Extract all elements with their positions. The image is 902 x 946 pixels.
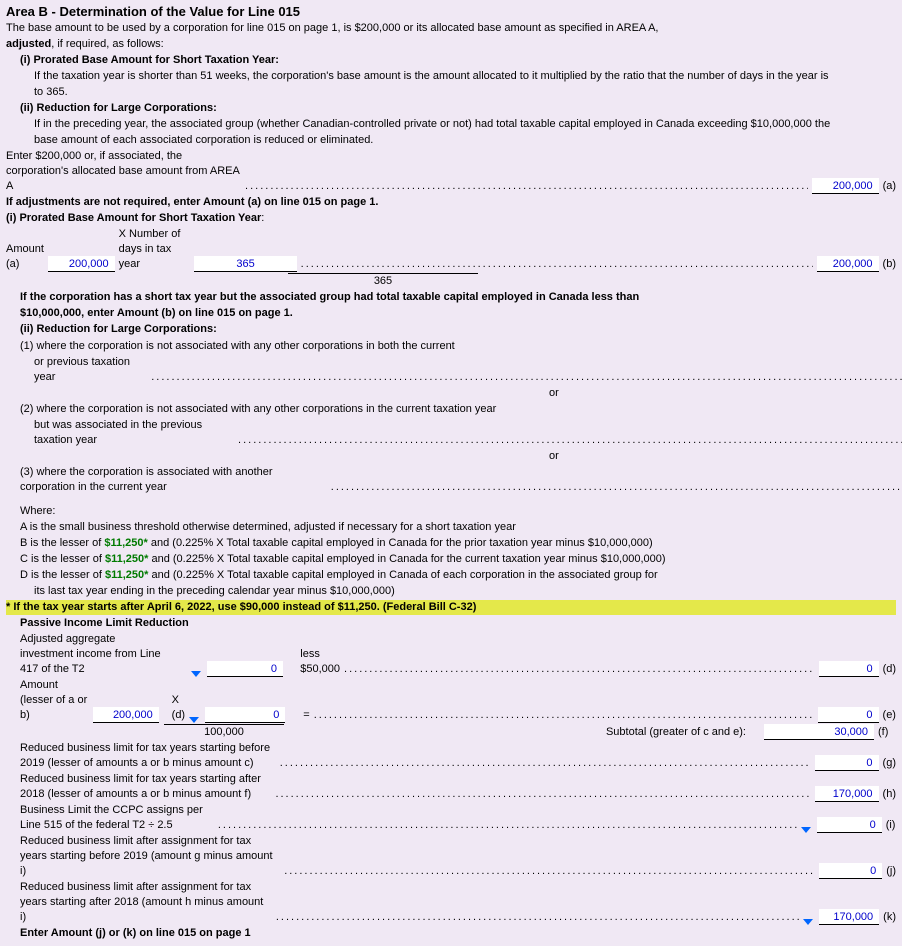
pir-ab-field[interactable]: 200,000 bbox=[93, 707, 158, 723]
marker-e: (e) bbox=[883, 708, 896, 723]
where-d2: its last tax year ending in the precedin… bbox=[6, 584, 896, 599]
amount-e-field[interactable]: 0 bbox=[818, 707, 878, 723]
pir-heading: Passive Income Limit Reduction bbox=[6, 616, 896, 631]
amount-f-field[interactable]: 30,000 bbox=[764, 724, 874, 740]
or-2: or bbox=[6, 449, 902, 464]
row-h: Reduced business limit for tax years sta… bbox=[6, 772, 896, 802]
marker-a: (a) bbox=[883, 179, 896, 194]
pir-row-1: Adjusted aggregate investment income fro… bbox=[6, 632, 896, 677]
r3: Business Limit the CCPC assigns per Line… bbox=[20, 803, 214, 833]
highlight-note: * If the tax year starts after April 6, … bbox=[6, 600, 896, 615]
dropdown-icon[interactable] bbox=[801, 827, 811, 833]
where-c: C is the lesser of $11,250* and (0.225% … bbox=[6, 552, 896, 567]
intro-line-2: adjusted, if required, as follows: bbox=[6, 37, 896, 52]
i-text-2: to 365. bbox=[6, 85, 896, 100]
equals: = bbox=[303, 708, 309, 723]
dots bbox=[238, 433, 902, 448]
i-heading: (i) Prorated Base Amount for Short Taxat… bbox=[6, 53, 896, 68]
amount-a-label: Amount (a) bbox=[6, 242, 44, 272]
case-3: (3) where the corporation is associated … bbox=[6, 465, 902, 495]
dots bbox=[245, 179, 808, 194]
r5: Reduced business limit after assignment … bbox=[20, 880, 272, 925]
marker-f: (f) bbox=[878, 725, 896, 740]
days-input[interactable]: 365 bbox=[194, 256, 296, 272]
amount-a-input[interactable]: 200,000 bbox=[48, 256, 115, 272]
short-tax-note-2: $10,000,000, enter Amount (b) on line 01… bbox=[6, 306, 896, 321]
adjusted-word: adjusted bbox=[6, 38, 51, 50]
row-i: Business Limit the CCPC assigns per Line… bbox=[6, 803, 896, 833]
where-d1: D is the lesser of $11,250* and (0.225% … bbox=[6, 568, 896, 583]
amount-b-field[interactable]: 200,000 bbox=[817, 256, 879, 272]
dots bbox=[151, 370, 902, 385]
case-3-text: (3) where the corporation is associated … bbox=[20, 465, 327, 495]
less-50k: less $50,000 bbox=[300, 647, 340, 677]
pir-row-3: 100,000 Subtotal (greater of c and e): 3… bbox=[6, 724, 896, 740]
pir-l2: Amount (lesser of a or b) bbox=[20, 678, 89, 723]
case-2a: (2) where the corporation is not associa… bbox=[6, 402, 902, 417]
marker-h: (h) bbox=[883, 787, 896, 802]
short-tax-note-1: If the corporation has a short tax year … bbox=[6, 290, 896, 305]
dots bbox=[301, 257, 813, 272]
intro-line-1: The base amount to be used by a corporat… bbox=[6, 21, 896, 36]
intro-tail: , if required, as follows: bbox=[51, 38, 164, 50]
fraction-bar: 365 bbox=[288, 273, 478, 289]
ii-heading-2: (ii) Reduction for Large Corporations: bbox=[6, 322, 896, 337]
pir-417-field[interactable]: 0 bbox=[207, 661, 283, 677]
r2: Reduced business limit for tax years sta… bbox=[20, 772, 271, 802]
dots bbox=[344, 662, 815, 677]
subtotal-label: Subtotal (greater of c and e): bbox=[606, 725, 746, 740]
r1: Reduced business limit for tax years sta… bbox=[20, 741, 276, 771]
dots bbox=[314, 708, 814, 723]
marker-d: (d) bbox=[883, 662, 896, 677]
amount-k-field[interactable]: 170,000 bbox=[819, 909, 879, 925]
row-g: Reduced business limit for tax years sta… bbox=[6, 741, 896, 771]
marker-j: (j) bbox=[886, 864, 896, 879]
where: Where: bbox=[6, 504, 896, 519]
footer-instruction: Enter Amount (j) or (k) on line 015 on p… bbox=[6, 926, 896, 941]
r4: Reduced business limit after assignment … bbox=[20, 834, 280, 879]
dropdown-icon[interactable] bbox=[189, 717, 199, 723]
ii-heading: (ii) Reduction for Large Corporations: bbox=[6, 101, 896, 116]
xdays-label: X Number of days in tax year bbox=[119, 227, 191, 272]
i-heading-2: (i) Prorated Base Amount for Short Taxat… bbox=[6, 211, 896, 226]
row-j: Reduced business limit after assignment … bbox=[6, 834, 896, 879]
pir-l1: Adjusted aggregate investment income fro… bbox=[20, 632, 163, 677]
area-b-title: Area B - Determination of the Value for … bbox=[6, 4, 896, 19]
adj-not-required: If adjustments are not required, enter A… bbox=[6, 195, 896, 210]
or-1: or bbox=[6, 386, 902, 401]
amount-g-field[interactable]: 0 bbox=[815, 755, 879, 771]
amount-a-field[interactable]: 200,000 bbox=[812, 178, 879, 194]
dots bbox=[331, 480, 902, 495]
case-1b: or previous taxation year bbox=[6, 355, 902, 385]
case-1a: (1) where the corporation is not associa… bbox=[6, 339, 902, 354]
marker-k: (k) bbox=[883, 910, 896, 925]
amount-i-field[interactable]: 0 bbox=[817, 817, 882, 833]
marker-g: (g) bbox=[883, 756, 896, 771]
case-2b-text: but was associated in the previous taxat… bbox=[34, 418, 234, 448]
i-text-1: If the taxation year is shorter than 51 … bbox=[6, 69, 896, 84]
ii-text-2: base amount of each associated corporati… bbox=[6, 133, 896, 148]
case-2b: but was associated in the previous taxat… bbox=[6, 418, 902, 448]
amount-h-field[interactable]: 170,000 bbox=[815, 786, 879, 802]
amount-j-field[interactable]: 0 bbox=[819, 863, 882, 879]
marker-b: (b) bbox=[883, 257, 896, 272]
row-k: Reduced business limit after assignment … bbox=[6, 880, 896, 925]
enter-200k-label: Enter $200,000 or, if associated, the co… bbox=[6, 149, 241, 194]
prorated-calc-row: Amount (a) 200,000 X Number of days in t… bbox=[6, 227, 896, 272]
where-a: A is the small business threshold otherw… bbox=[6, 520, 896, 535]
pir-d-field[interactable]: 0 bbox=[205, 707, 285, 723]
enter-200k-row: Enter $200,000 or, if associated, the co… bbox=[6, 149, 896, 194]
ii-text-1: If in the preceding year, the associated… bbox=[6, 117, 896, 132]
dropdown-icon[interactable] bbox=[191, 671, 201, 677]
pir-row-2: Amount (lesser of a or b) 200,000 X (d) … bbox=[6, 678, 896, 723]
hundredk: 100,000 bbox=[164, 724, 284, 740]
where-b: B is the lesser of $11,250* and (0.225% … bbox=[6, 536, 896, 551]
amount-d-field[interactable]: 0 bbox=[819, 661, 879, 677]
case-1b-text: or previous taxation year bbox=[34, 355, 147, 385]
marker-i: (i) bbox=[886, 818, 896, 833]
dropdown-icon[interactable] bbox=[803, 919, 813, 925]
